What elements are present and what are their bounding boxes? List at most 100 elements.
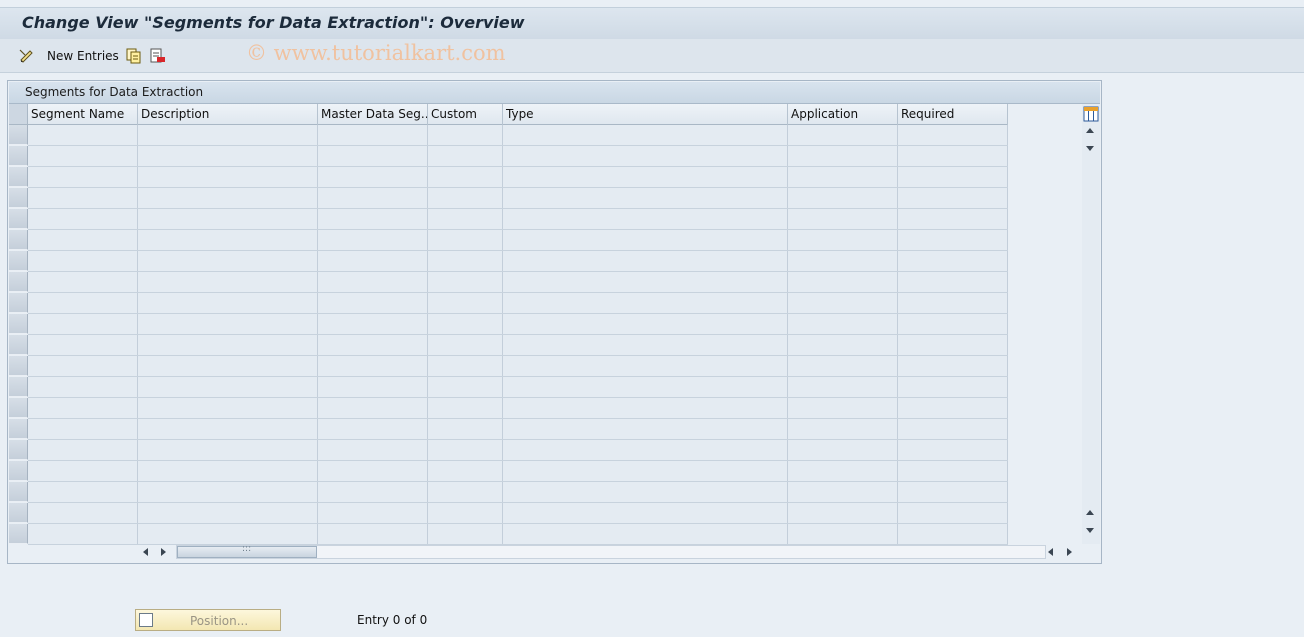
table-row[interactable] [28, 524, 1008, 545]
table-cell[interactable] [28, 251, 138, 271]
table-row[interactable] [28, 293, 1008, 314]
table-cell[interactable] [138, 377, 318, 397]
table-cell[interactable] [138, 314, 318, 334]
column-header[interactable]: Application [788, 104, 898, 125]
table-cell[interactable] [138, 398, 318, 418]
table-cell[interactable] [428, 314, 503, 334]
table-cell[interactable] [428, 167, 503, 187]
table-cell[interactable] [898, 398, 1008, 418]
row-selector[interactable] [9, 272, 28, 292]
table-row[interactable] [28, 167, 1008, 188]
table-cell[interactable] [503, 398, 788, 418]
row-selector[interactable] [9, 146, 28, 166]
row-selector[interactable] [9, 377, 28, 397]
table-cell[interactable] [788, 167, 898, 187]
table-cell[interactable] [788, 125, 898, 145]
table-cell[interactable] [138, 125, 318, 145]
row-selector[interactable] [9, 293, 28, 313]
table-cell[interactable] [138, 419, 318, 439]
table-cell[interactable] [898, 482, 1008, 502]
row-selector[interactable] [9, 356, 28, 376]
table-cell[interactable] [428, 482, 503, 502]
table-cell[interactable] [28, 188, 138, 208]
table-cell[interactable] [428, 209, 503, 229]
row-selector[interactable] [9, 503, 28, 523]
table-cell[interactable] [788, 398, 898, 418]
table-cell[interactable] [503, 167, 788, 187]
table-cell[interactable] [503, 419, 788, 439]
table-cell[interactable] [898, 440, 1008, 460]
table-cell[interactable] [138, 356, 318, 376]
table-cell[interactable] [898, 146, 1008, 166]
table-cell[interactable] [28, 314, 138, 334]
row-selector[interactable] [9, 524, 28, 544]
table-row[interactable] [28, 461, 1008, 482]
table-cell[interactable] [428, 272, 503, 292]
table-cell[interactable] [788, 209, 898, 229]
table-cell[interactable] [318, 377, 428, 397]
table-cell[interactable] [428, 398, 503, 418]
column-header[interactable]: Required [898, 104, 1008, 125]
table-cell[interactable] [318, 293, 428, 313]
table-cell[interactable] [788, 482, 898, 502]
table-cell[interactable] [788, 272, 898, 292]
table-cell[interactable] [788, 503, 898, 523]
table-cell[interactable] [138, 461, 318, 481]
scroll-down-arrow-icon[interactable] [1086, 146, 1094, 151]
table-cell[interactable] [318, 461, 428, 481]
table-cell[interactable] [28, 461, 138, 481]
table-cell[interactable] [428, 188, 503, 208]
table-cell[interactable] [428, 524, 503, 544]
row-selector[interactable] [9, 125, 28, 145]
table-row[interactable] [28, 503, 1008, 524]
table-row[interactable] [28, 125, 1008, 146]
table-cell[interactable] [788, 377, 898, 397]
column-header[interactable]: Type [503, 104, 788, 125]
table-cell[interactable] [138, 503, 318, 523]
table-cell[interactable] [138, 188, 318, 208]
table-cell[interactable] [138, 230, 318, 250]
row-selector[interactable] [9, 461, 28, 481]
row-selector[interactable] [9, 230, 28, 250]
table-cell[interactable] [898, 503, 1008, 523]
table-cell[interactable] [138, 209, 318, 229]
table-cell[interactable] [28, 503, 138, 523]
copy-icon[interactable] [125, 47, 142, 64]
table-cell[interactable] [503, 377, 788, 397]
table-cell[interactable] [28, 440, 138, 460]
table-cell[interactable] [898, 335, 1008, 355]
change-pencil-icon[interactable] [18, 47, 35, 64]
column-settings-icon[interactable] [1083, 106, 1099, 122]
table-cell[interactable] [28, 419, 138, 439]
table-cell[interactable] [503, 524, 788, 544]
table-cell[interactable] [138, 440, 318, 460]
table-cell[interactable] [503, 314, 788, 334]
table-cell[interactable] [318, 146, 428, 166]
row-selector[interactable] [9, 314, 28, 334]
table-cell[interactable] [428, 440, 503, 460]
table-cell[interactable] [898, 524, 1008, 544]
horizontal-scrollbar[interactable]: ::: [138, 544, 1083, 560]
scroll-page-down-arrow-icon[interactable] [1086, 528, 1094, 533]
table-cell[interactable] [28, 293, 138, 313]
table-row[interactable] [28, 335, 1008, 356]
table-cell[interactable] [138, 146, 318, 166]
table-cell[interactable] [898, 125, 1008, 145]
table-cell[interactable] [318, 356, 428, 376]
table-cell[interactable] [318, 419, 428, 439]
table-cell[interactable] [503, 188, 788, 208]
column-header[interactable]: Custom [428, 104, 503, 125]
table-cell[interactable] [898, 314, 1008, 334]
table-cell[interactable] [28, 230, 138, 250]
table-cell[interactable] [318, 503, 428, 523]
table-cell[interactable] [503, 146, 788, 166]
table-cell[interactable] [28, 125, 138, 145]
horizontal-scroll-track[interactable]: ::: [176, 544, 1046, 559]
table-cell[interactable] [898, 461, 1008, 481]
table-cell[interactable] [28, 209, 138, 229]
table-row[interactable] [28, 377, 1008, 398]
table-cell[interactable] [318, 188, 428, 208]
row-selector[interactable] [9, 440, 28, 460]
table-cell[interactable] [318, 482, 428, 502]
table-cell[interactable] [318, 251, 428, 271]
